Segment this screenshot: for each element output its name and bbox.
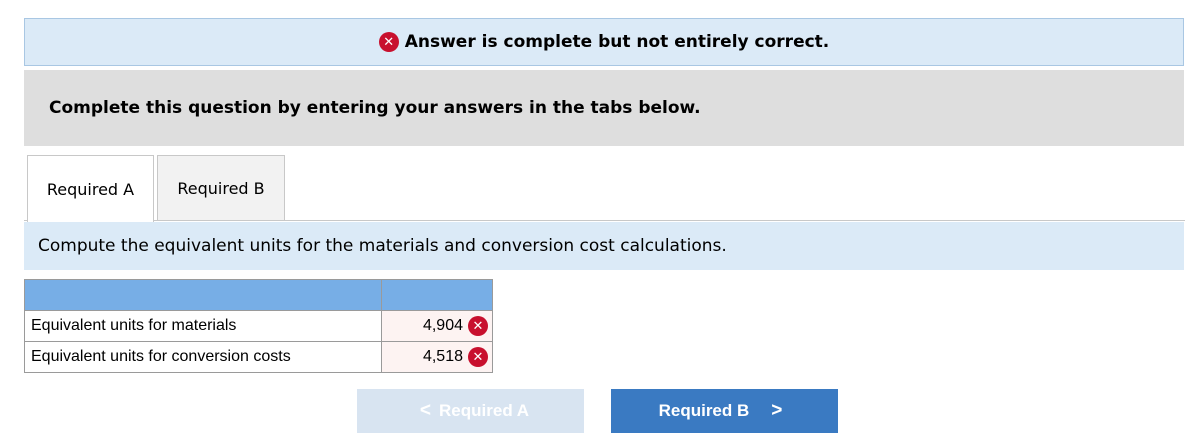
question-prompt: Compute the equivalent units for the mat… (24, 222, 1184, 270)
table-header-cell (381, 279, 493, 311)
x-circle-icon: ✕ (378, 32, 399, 52)
chevron-right-icon: > (771, 400, 783, 421)
answer-cell[interactable]: 4,904 ✕ (381, 310, 493, 342)
row-label: Equivalent units for materials (24, 310, 382, 342)
next-button-label: Required B (658, 401, 750, 420)
next-required-b-button[interactable]: Required B > (611, 389, 838, 433)
result-banner: ✕ Answer is complete but not entirely co… (24, 18, 1184, 66)
result-message: Answer is complete but not entirely corr… (404, 32, 830, 52)
instructions-panel: Complete this question by entering your … (24, 70, 1184, 146)
answer-value[interactable]: 4,904 (423, 317, 463, 334)
table-row: Equivalent units for materials 4,904 ✕ (24, 310, 493, 342)
incorrect-icon: ✕ (468, 347, 488, 367)
tab-divider (24, 220, 27, 221)
tab-label: Required A (46, 179, 135, 199)
table-header-row (24, 279, 493, 311)
row-label: Equivalent units for conversion costs (24, 341, 382, 373)
tab-required-b[interactable]: Required B (157, 155, 285, 221)
table-row: Equivalent units for conversion costs 4,… (24, 341, 493, 373)
tab-label: Required B (177, 178, 265, 198)
instructions-text: Complete this question by entering your … (49, 98, 701, 118)
chevron-left-icon: < (419, 400, 432, 421)
answer-cell[interactable]: 4,518 ✕ (381, 341, 493, 373)
table-header-cell (24, 279, 382, 311)
tab-divider (154, 220, 1185, 221)
prev-required-a-button[interactable]: < Required A (357, 389, 584, 433)
incorrect-icon: ✕ (468, 316, 488, 336)
prev-button-label: Required A (439, 401, 530, 420)
answer-value[interactable]: 4,518 (423, 348, 463, 365)
question-text: Compute the equivalent units for the mat… (38, 236, 727, 256)
answer-table: Equivalent units for materials 4,904 ✕ Eq… (24, 279, 493, 373)
tab-required-a[interactable]: Required A (27, 155, 154, 222)
